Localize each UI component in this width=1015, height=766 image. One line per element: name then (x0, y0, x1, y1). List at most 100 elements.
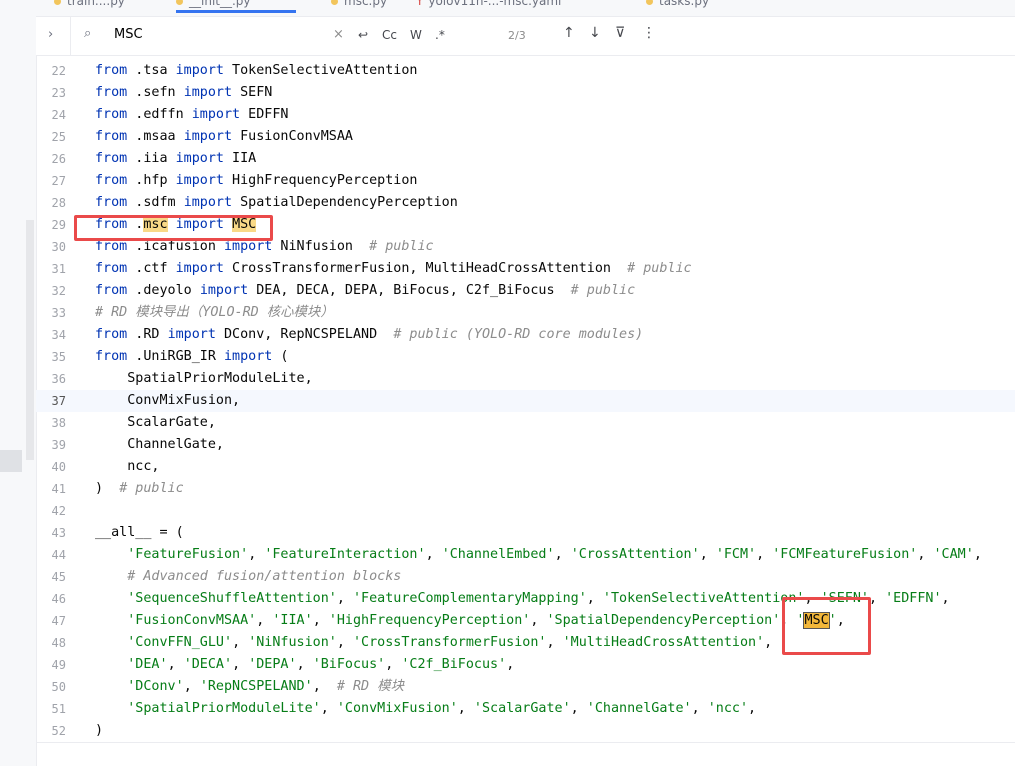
string-token: 'DECA' (183, 657, 233, 672)
code-line[interactable]: 34 from .RD import DConv, RepNCSPELAND # … (36, 324, 1015, 346)
code-line[interactable]: 23 from .sefn import SEFN (36, 82, 1015, 104)
line-number: 42 (51, 504, 66, 518)
keyword-token: from (95, 151, 128, 166)
match-count: 2/3 (508, 29, 526, 42)
string-token: 'SpatialDependencyPerception' (546, 613, 781, 628)
code-line[interactable]: 50 'DConv', 'RepNCSPELAND', # RD 模块 (36, 676, 1015, 698)
string-token: 'MultiHeadCrossAttention' (562, 635, 765, 650)
code-token: ChannelGate, (95, 437, 224, 452)
keyword-token: from (95, 195, 128, 210)
tab-yaml[interactable]: Yyolov11n-...-msc.yaml (416, 0, 561, 10)
code-line[interactable]: 37 ConvMixFusion, (36, 390, 1015, 412)
string-token: 'FeatureFusion' (127, 547, 249, 562)
code-line[interactable]: 39 ChannelGate, (36, 434, 1015, 456)
line-code: ) (95, 720, 103, 742)
code-line[interactable]: 26 from .iia import IIA (36, 148, 1015, 170)
code-token: , (183, 679, 200, 694)
code-line[interactable]: 42 (36, 500, 1015, 522)
code-line[interactable]: 38 ScalarGate, (36, 412, 1015, 434)
keyword-token: from (95, 327, 128, 342)
keyword-token: from (95, 173, 128, 188)
python-file-icon (331, 0, 338, 5)
code-line[interactable]: 28 from .sdfm import SpatialDependencyPer… (36, 192, 1015, 214)
line-number: 49 (51, 658, 66, 672)
tab-tasks[interactable]: tasks.py (646, 0, 709, 10)
code-line[interactable]: 24 from .edffn import EDFFN (36, 104, 1015, 126)
code-line[interactable]: 33 # RD 模块导出（YOLO-RD 核心模块） (36, 302, 1015, 324)
code-line[interactable]: 43 __all__ = ( (36, 522, 1015, 544)
code-token: __all__ = ( (95, 525, 184, 540)
code-line[interactable]: 44 'FeatureFusion', 'FeatureInteraction'… (36, 544, 1015, 566)
tab-msc[interactable]: msc.py (331, 0, 387, 10)
left-tool-strip (0, 0, 37, 766)
code-line[interactable]: 51 'SpatialPriorModuleLite', 'ConvMixFus… (36, 698, 1015, 720)
code-token: , (764, 635, 773, 650)
tool-window-marker[interactable] (0, 450, 22, 472)
code-line[interactable]: 27 from .hfp import HighFrequencyPercepti… (36, 170, 1015, 192)
line-code: 'FusionConvMSAA', 'IIA', 'HighFrequencyP… (95, 610, 845, 632)
string-token: 'TokenSelectiveAttention' (602, 591, 805, 606)
string-token: 'FCMFeatureFusion' (772, 547, 918, 562)
line-number: 25 (51, 130, 66, 144)
next-occurrence-icon[interactable]: ↓ (589, 25, 601, 41)
new-line-icon[interactable]: ↩ (358, 28, 368, 42)
code-token: , (570, 701, 587, 716)
line-number: 40 (51, 460, 66, 474)
find-bar: › ⌕ MSC × ↩ Cc W .* 2/3 ↑ ↓ ⊽ ⋮ (36, 17, 1015, 56)
keyword-token: from (95, 107, 128, 122)
code-line[interactable]: 31 from .ctf import CrossTransformerFusio… (36, 258, 1015, 280)
code-token: .hfp (127, 173, 176, 188)
match-case-button[interactable]: Cc (382, 28, 397, 42)
more-options-icon[interactable]: ⋮ (642, 25, 656, 41)
keyword-token: import (199, 283, 249, 298)
string-token: 'BiFocus' (312, 657, 386, 672)
previous-occurrence-icon[interactable]: ↑ (563, 25, 575, 41)
code-line[interactable]: 45 # Advanced fusion/attention blocks (36, 566, 1015, 588)
code-line[interactable]: 49 'DEA', 'DECA', 'DEPA', 'BiFocus', 'C2… (36, 654, 1015, 676)
regex-button[interactable]: .* (435, 28, 445, 42)
scroll-marker (26, 220, 34, 460)
keyword-token: import (175, 151, 224, 166)
code-token: , (748, 701, 757, 716)
code-line[interactable]: 40 ncc, (36, 456, 1015, 478)
code-token: .sdfm (127, 195, 184, 210)
code-token: , (232, 635, 249, 650)
line-number: 47 (51, 614, 66, 628)
search-input[interactable]: MSC (114, 27, 143, 42)
code-token: HighFrequencyPerception (224, 173, 418, 188)
comment-token: # RD 模块导出（YOLO-RD 核心模块） (95, 305, 334, 320)
code-line[interactable]: 32 from .deyolo import DEA, DECA, DEPA, B… (36, 280, 1015, 302)
line-number: 39 (51, 438, 66, 452)
code-line[interactable]: 52) (36, 720, 1015, 742)
code-line[interactable]: 41) # public (36, 478, 1015, 500)
string-token: 'CrossAttention' (570, 547, 700, 562)
tab-train[interactable]: train....py (54, 0, 125, 10)
expand-replace-icon[interactable]: › (48, 27, 53, 42)
string-token: 'DConv' (127, 679, 184, 694)
clear-search-icon[interactable]: × (333, 27, 344, 42)
words-button[interactable]: W (410, 28, 422, 42)
string-token: 'HighFrequencyPerception' (328, 613, 531, 628)
string-token: 'EDFFN' (885, 591, 942, 606)
code-token: .iia (127, 151, 176, 166)
code-token: ConvMixFusion, (95, 393, 241, 408)
code-token: EDFFN (240, 107, 289, 122)
filter-icon[interactable]: ⊽ (615, 25, 625, 41)
code-line[interactable]: 35 from .UniRGB_IR import ( (36, 346, 1015, 368)
code-token: , (457, 701, 474, 716)
code-line[interactable]: 25 from .msaa import FusionConvMSAA (36, 126, 1015, 148)
line-code: SpatialPriorModuleLite, (95, 368, 312, 390)
line-code: from .RD import DConv, RepNCSPELAND # pu… (95, 324, 643, 346)
line-number: 31 (51, 262, 66, 276)
code-line[interactable]: 22 from .tsa import TokenSelectiveAttenti… (36, 60, 1015, 82)
search-history-icon[interactable]: ⌕ (84, 26, 91, 41)
line-code: from .tsa import TokenSelectiveAttention (95, 60, 417, 82)
code-token: .icafusion (127, 239, 224, 254)
code-token: ( (272, 349, 289, 364)
code-token: , (554, 547, 571, 562)
code-line[interactable]: 36 SpatialPriorModuleLite, (36, 368, 1015, 390)
tab-init[interactable]: __init__.py (176, 0, 296, 13)
